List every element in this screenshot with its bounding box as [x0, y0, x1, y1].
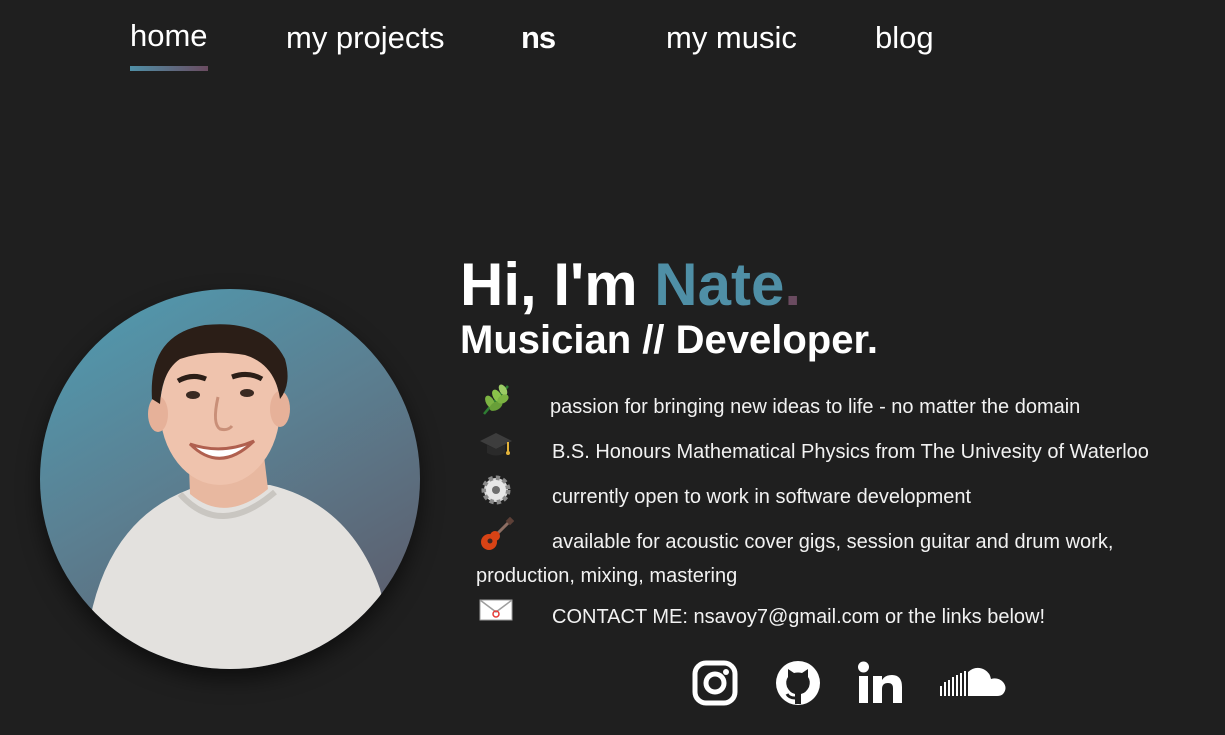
instagram-link[interactable] — [692, 660, 738, 706]
nav-blog-link[interactable]: blog — [875, 20, 934, 56]
hero-name: Nate — [654, 251, 785, 318]
graduation-cap-icon — [480, 433, 512, 456]
portrait-illustration — [70, 324, 400, 669]
hero-greeting: Hi, I'm Nate. — [460, 250, 801, 319]
nav-home-link[interactable]: home — [130, 18, 208, 71]
profile-photo — [40, 289, 420, 669]
hero-role: Musician // Developer. — [460, 318, 878, 362]
fact-text: available for acoustic cover gigs, sessi… — [552, 531, 1114, 553]
instagram-icon — [692, 660, 738, 706]
greeting-text: Hi, I'm — [460, 251, 655, 318]
soundcloud-link[interactable] — [940, 660, 1008, 706]
fact-text-continued: production, mixing, mastering — [476, 565, 738, 587]
hero-name-dot: . — [784, 251, 802, 318]
guitar-icon — [481, 517, 514, 550]
linkedin-icon — [858, 661, 902, 703]
site-logo[interactable]: ns — [521, 20, 556, 56]
nav-music-link[interactable]: my music — [666, 20, 797, 56]
herb-icon — [483, 384, 509, 415]
soundcloud-icon — [940, 667, 1006, 696]
nav-home-label: home — [130, 18, 208, 53]
fact-text: CONTACT ME: nsavoy7@gmail.com or the lin… — [552, 606, 1046, 628]
fact-text: B.S. Honours Mathematical Physics from T… — [552, 441, 1149, 463]
nav-projects-link[interactable]: my projects — [286, 20, 444, 56]
linkedin-link[interactable] — [857, 660, 903, 706]
fact-text: currently open to work in software devel… — [552, 486, 972, 508]
active-nav-underline — [130, 66, 208, 71]
gear-icon — [481, 475, 511, 505]
github-icon — [776, 661, 820, 705]
fact-text: passion for bringing new ideas to life -… — [550, 396, 1081, 418]
envelope-icon — [479, 599, 513, 621]
github-link[interactable] — [775, 660, 821, 706]
